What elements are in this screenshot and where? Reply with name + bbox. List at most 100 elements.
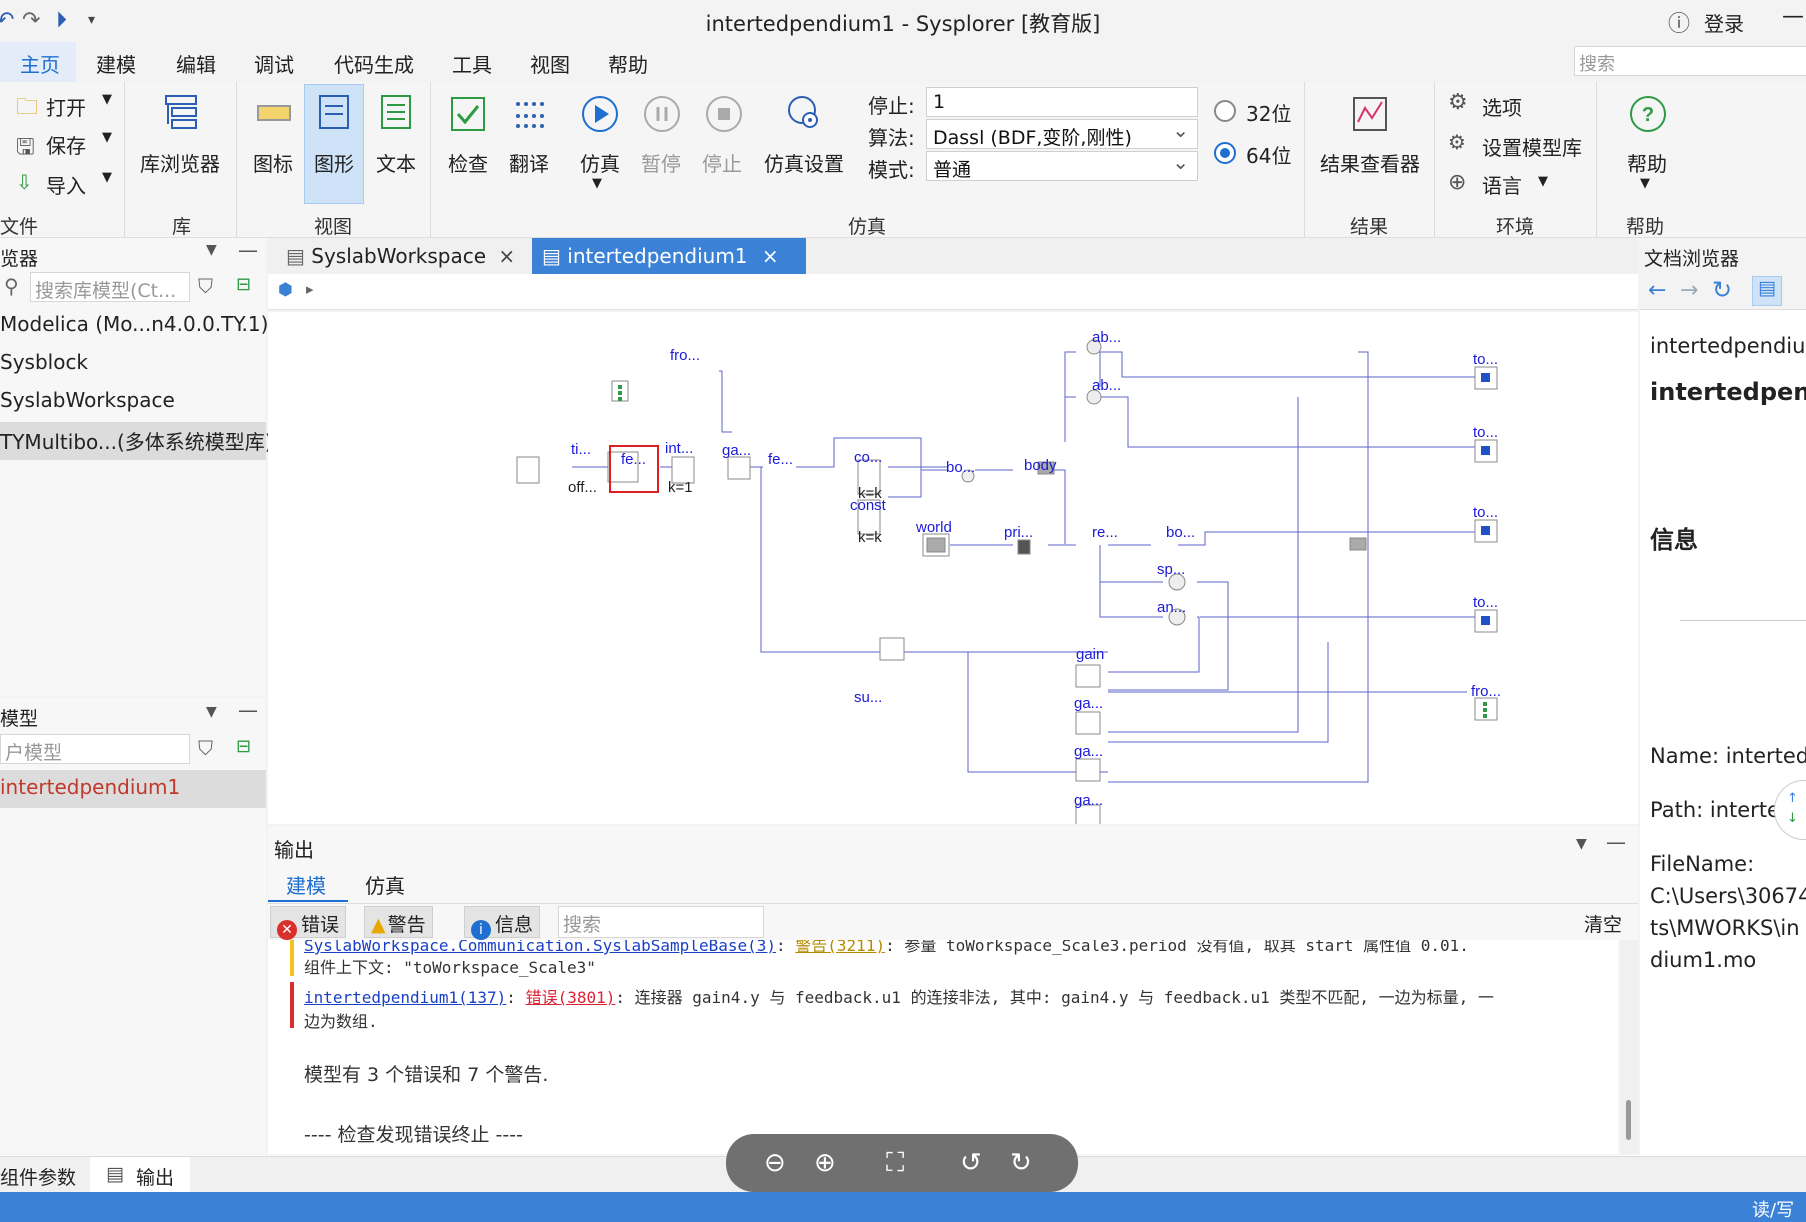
library-item-modelica[interactable]: Modelica (Mo...n4.0.0.TY.1) — [0, 310, 268, 344]
filter-icon[interactable]: ⛉ — [198, 736, 213, 760]
menu-edit[interactable]: 编辑 — [176, 49, 216, 78]
collapse-all-icon[interactable]: ⊟ — [236, 274, 251, 295]
block-world[interactable]: world — [915, 519, 952, 536]
language-dropdown-icon[interactable]: ▼ — [1538, 174, 1548, 189]
rotate-left-icon[interactable]: ↺ — [960, 1148, 982, 1178]
collapse-all-icon[interactable]: ⊟ — [236, 736, 251, 757]
open-button[interactable]: 打开 — [46, 92, 86, 121]
zoom-in-icon[interactable]: ⊕ — [814, 1148, 836, 1178]
check-button[interactable]: 检查 — [448, 148, 488, 177]
output-scrollbar[interactable] — [1620, 940, 1638, 1154]
info-filter-button[interactable]: i 信息 — [464, 906, 541, 940]
block-su[interactable]: su... — [854, 689, 882, 706]
menu-home[interactable]: 主页 — [20, 49, 60, 78]
open-dropdown-icon[interactable]: ▼ — [102, 92, 112, 107]
import-button[interactable]: 导入 — [46, 170, 86, 199]
pause-button[interactable]: 暂停 — [641, 148, 681, 177]
panel-collapse-icon[interactable]: — — [238, 238, 258, 262]
library-item-tymultibody[interactable]: TYMultibo...(多体系统模型库) — [0, 422, 273, 460]
block-sp[interactable]: sp... — [1157, 561, 1185, 578]
block-ga[interactable]: ga... — [722, 442, 751, 459]
refresh-icon[interactable]: ↻ — [1712, 276, 1732, 304]
block-fro-top[interactable]: fro... — [670, 347, 700, 364]
scroll-down-icon[interactable]: ↓ — [1787, 811, 1798, 826]
tab-intertedpendium1[interactable]: ▤ intertedpendium1 × — [532, 238, 806, 274]
model-item-intertedpendium1[interactable]: intertedpendium1 — [0, 770, 266, 808]
model-breadcrumb-icon[interactable]: ⬢ — [278, 280, 293, 300]
block-to3[interactable]: to... — [1473, 504, 1498, 521]
scroll-up-icon[interactable]: ↑ — [1787, 791, 1798, 806]
block-to4[interactable]: to... — [1473, 594, 1498, 611]
panel-menu-icon[interactable]: ▼ — [206, 242, 217, 258]
save-button[interactable]: 保存 — [46, 130, 86, 159]
output-search-input[interactable]: 搜索 — [558, 906, 764, 938]
stop-time-input[interactable]: 1 — [926, 87, 1198, 117]
menu-help[interactable]: 帮助 — [608, 49, 648, 78]
help-button[interactable]: 帮助 — [1627, 148, 1667, 177]
log-warning-code[interactable]: 警告(3211) — [795, 940, 885, 955]
log-error-code[interactable]: 错误(3801) — [526, 988, 616, 1007]
login-button[interactable]: 登录 — [1704, 8, 1744, 37]
block-fe2[interactable]: fe... — [768, 451, 793, 468]
login-icon[interactable]: ⓘ — [1668, 6, 1690, 38]
scrollbar-thumb[interactable] — [1626, 1100, 1631, 1140]
bit32-radio[interactable] — [1214, 100, 1236, 122]
log-warning-link[interactable]: SyslabWorkspace.Communication.SyslabSamp… — [304, 940, 776, 955]
model-search-input[interactable]: 户模型 — [0, 734, 190, 764]
rotate-right-icon[interactable]: ↻ — [1010, 1148, 1032, 1178]
panel-collapse-icon[interactable]: — — [1606, 830, 1626, 854]
simulation-settings-button[interactable]: 仿真设置 — [764, 148, 844, 177]
block-off[interactable]: off... — [568, 479, 597, 496]
menu-modeling[interactable]: 建模 — [96, 49, 136, 78]
filter-icon[interactable]: ⛉ — [198, 274, 213, 298]
algorithm-select[interactable]: Dassl (BDF,变阶,刚性) — [926, 118, 1198, 149]
help-dropdown-icon[interactable]: ▼ — [1640, 176, 1650, 191]
panel-menu-icon[interactable]: ▼ — [206, 704, 217, 720]
forward-arrow-icon[interactable]: → — [1680, 278, 1698, 303]
result-viewer-button[interactable]: 结果查看器 — [1320, 148, 1420, 177]
tab-syslabworkspace[interactable]: ▤ SyslabWorkspace × — [276, 238, 526, 274]
block-ab2[interactable]: ab... — [1092, 377, 1121, 394]
options-button[interactable]: 选项 — [1482, 92, 1522, 121]
block-co[interactable]: co... — [854, 449, 882, 466]
close-icon[interactable]: × — [498, 244, 515, 268]
block-ga3[interactable]: ga... — [1074, 743, 1103, 760]
block-pri[interactable]: pri... — [1004, 524, 1033, 541]
block-ga4[interactable]: ga... — [1074, 792, 1103, 809]
translate-button[interactable]: 翻译 — [509, 148, 549, 177]
bit64-radio[interactable] — [1214, 142, 1236, 164]
block-fe[interactable]: fe... — [621, 451, 646, 468]
block-body[interactable]: body — [1024, 457, 1057, 474]
warnings-filter-button[interactable]: ▲ 警告 — [364, 906, 433, 938]
block-ti[interactable]: ti... — [571, 441, 591, 458]
mode-select[interactable]: 普通 — [926, 150, 1198, 181]
panel-collapse-icon[interactable]: — — [238, 698, 258, 722]
text-view-button[interactable]: 文本 — [376, 148, 416, 177]
block-bo2[interactable]: bo... — [1166, 524, 1195, 541]
close-icon[interactable]: × — [762, 244, 779, 268]
block-const[interactable]: const — [850, 497, 887, 514]
block-an[interactable]: an... — [1157, 599, 1186, 616]
block-int[interactable]: int... — [665, 440, 693, 457]
zoom-out-icon[interactable]: ⊖ — [764, 1148, 786, 1178]
diagram-view-button[interactable]: 图形 — [314, 148, 354, 177]
global-search-input[interactable]: 搜索 — [1574, 46, 1806, 76]
component-params-tab[interactable]: 组件参数 — [0, 1163, 76, 1190]
library-item-syslabworkspace[interactable]: SyslabWorkspace — [0, 386, 266, 420]
menu-codegen[interactable]: 代码生成 — [334, 49, 414, 78]
library-search-input[interactable]: 搜索库模型(Ct... — [30, 272, 190, 302]
block-bo1[interactable]: bo... — [946, 459, 975, 476]
reader-view-icon[interactable]: ▤ — [1752, 276, 1782, 306]
menu-debug[interactable]: 调试 — [254, 49, 294, 78]
block-re[interactable]: re... — [1092, 524, 1118, 541]
minimize-button[interactable]: — — [1782, 4, 1804, 29]
simulate-dropdown-icon[interactable]: ▼ — [592, 176, 602, 191]
errors-filter-button[interactable]: ✕ 错误 — [270, 906, 347, 940]
block-fro-right[interactable]: fro... — [1471, 683, 1501, 700]
output-tab-simulation[interactable]: 仿真 — [365, 870, 405, 899]
output-tab[interactable]: ▤ 输出 — [90, 1157, 190, 1193]
library-item-sysblock[interactable]: Sysblock — [0, 348, 266, 382]
block-ga2[interactable]: ga... — [1074, 695, 1103, 712]
simulate-button[interactable]: 仿真 — [580, 148, 620, 177]
menu-view[interactable]: 视图 — [530, 49, 570, 78]
